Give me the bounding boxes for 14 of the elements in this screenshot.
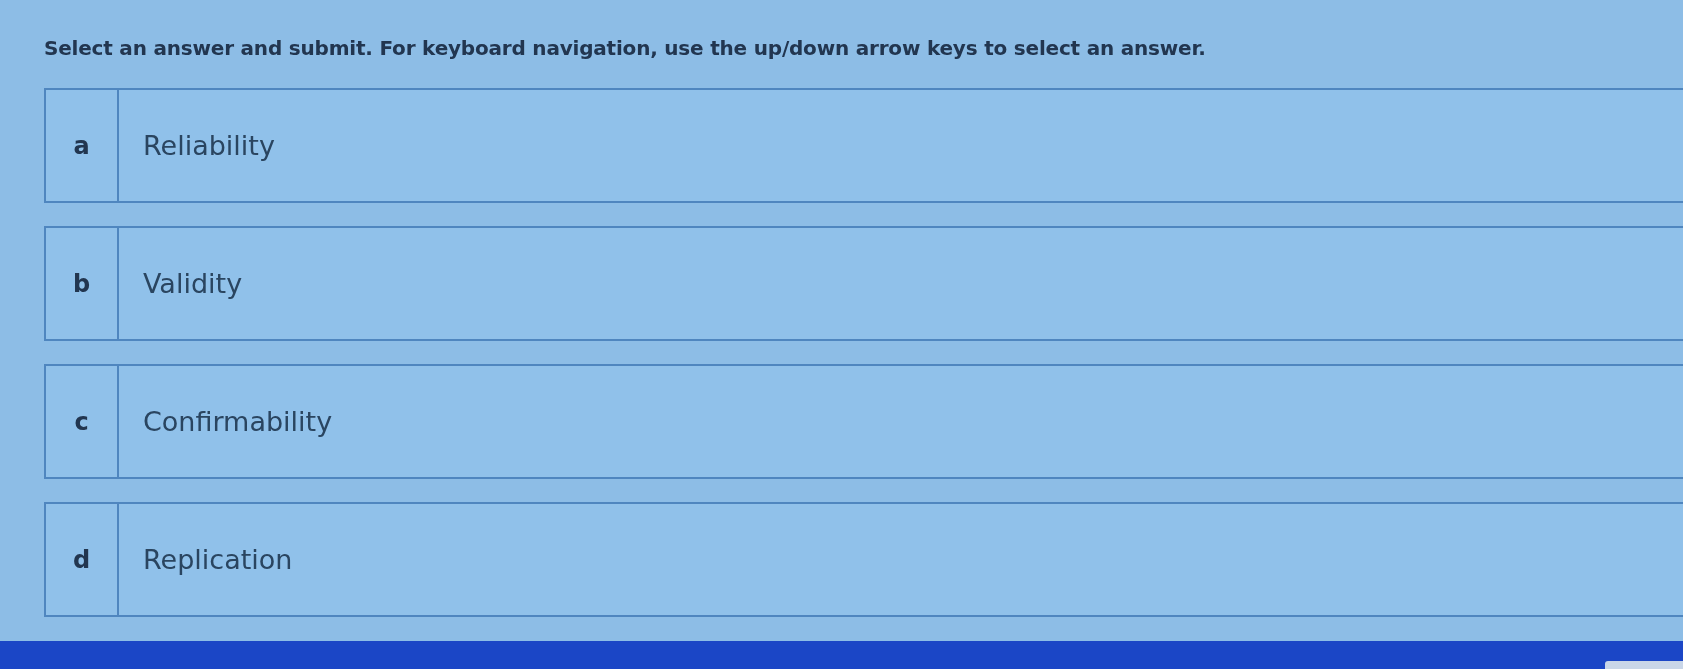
partial-button[interactable]	[1605, 661, 1683, 669]
option-letter: c	[46, 366, 119, 477]
option-label: Replication	[143, 544, 293, 575]
answer-option[interactable]: a Reliability	[44, 88, 1683, 203]
option-letter: d	[46, 504, 119, 615]
option-label: Reliability	[143, 130, 275, 161]
answer-option[interactable]: b Validity	[44, 226, 1683, 341]
option-label: Validity	[143, 268, 243, 299]
answer-option[interactable]: d Replication	[44, 502, 1683, 617]
instruction-text: Select an answer and submit. For keyboard navigation, use the up/down arrow keys to select an answer.	[44, 36, 1206, 60]
answer-option[interactable]: c Confirmability	[44, 364, 1683, 479]
option-letter: b	[46, 228, 119, 339]
option-letter: a	[46, 90, 119, 201]
option-label: Confirmability	[143, 406, 333, 437]
